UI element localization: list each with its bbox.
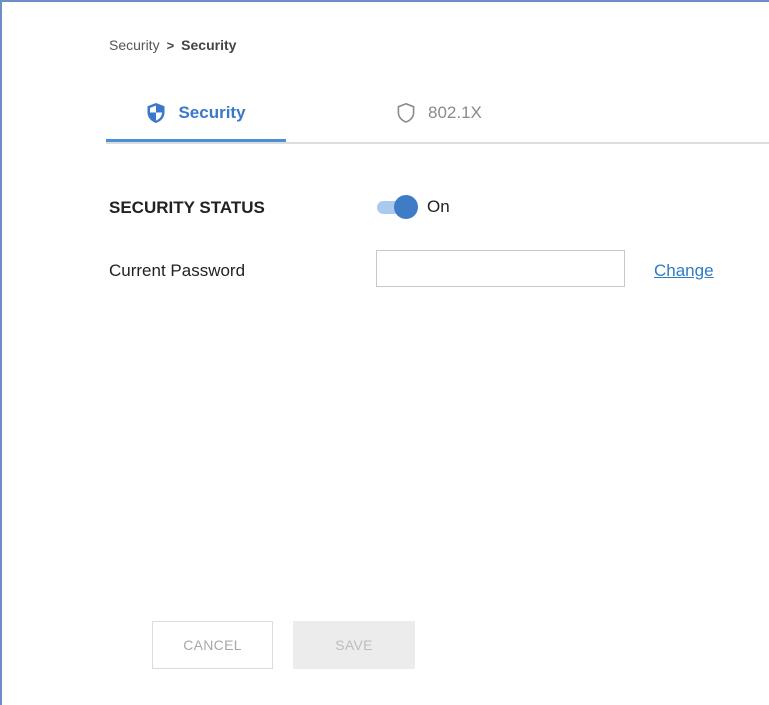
save-button[interactable]: SAVE [293,621,415,669]
breadcrumb-parent[interactable]: Security [109,37,160,53]
tab-security[interactable]: Security [106,86,286,142]
current-password-label: Current Password [109,261,246,280]
tab-bar: Security 802.1X [106,86,769,144]
toggle-state-label: On [427,197,450,216]
breadcrumb: Security > Security [109,37,236,53]
shield-filled-icon [146,102,166,124]
shield-outline-icon [396,102,416,124]
breadcrumb-current: Security [181,37,237,53]
cancel-button[interactable]: CANCEL [152,621,273,669]
change-password-link[interactable]: Change [654,261,714,281]
current-password-input[interactable] [376,250,625,287]
tab-802-1x[interactable]: 802.1X [396,86,482,140]
page-frame: Security > Security Security 802.1X SECU… [0,0,769,705]
security-status-toggle[interactable] [375,195,418,219]
tab-security-label: Security [178,102,246,122]
breadcrumb-separator: > [166,37,175,53]
security-status-control: On [375,195,450,219]
security-status-label: SECURITY STATUS [109,198,265,217]
toggle-knob [394,195,418,219]
tab-802-1x-label: 802.1X [428,103,482,122]
